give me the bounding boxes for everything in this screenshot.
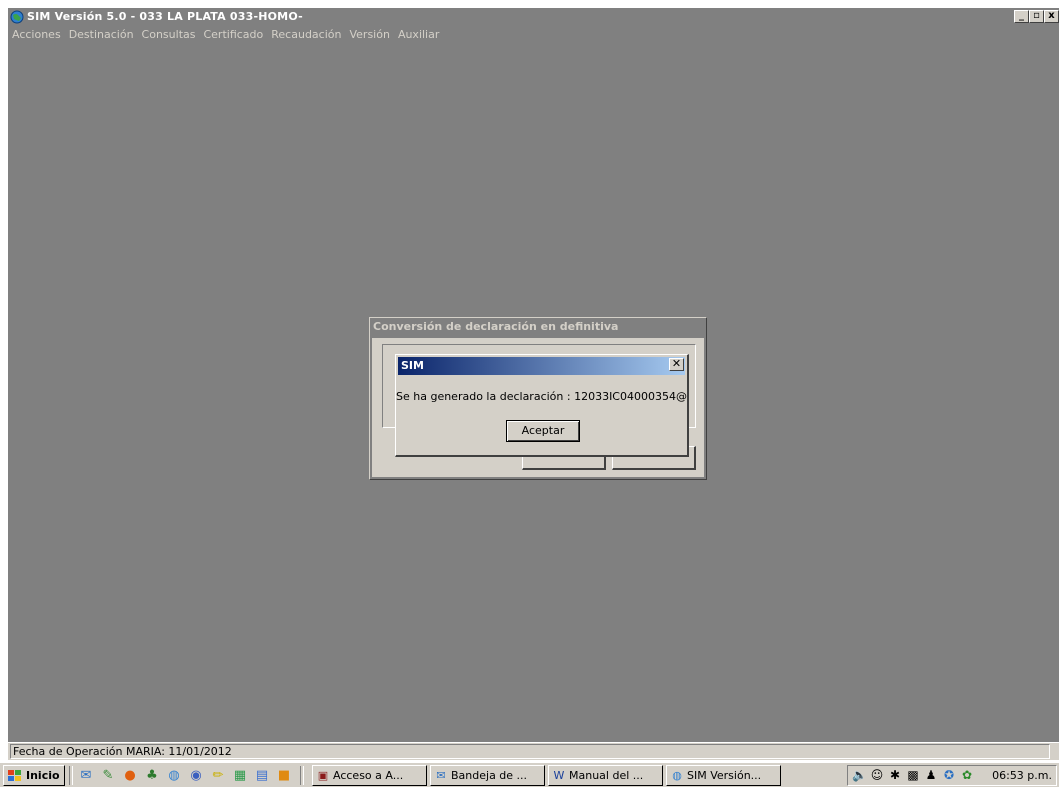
update-icon[interactable]: ▩ — [906, 768, 920, 782]
close-icon[interactable]: ✕ — [669, 358, 684, 371]
outlook-icon: ✉ — [436, 768, 446, 782]
notepad-icon[interactable]: ▤ — [254, 768, 270, 784]
task-manual[interactable]: W Manual del ... — [548, 765, 663, 786]
word-icon: W — [553, 768, 565, 782]
antivirus-icon[interactable]: ✱ — [888, 768, 902, 782]
start-label: Inicio — [26, 768, 60, 782]
menu-recaudacion[interactable]: Recaudación — [267, 26, 345, 44]
divider — [300, 766, 304, 785]
tree-icon[interactable]: ♣ — [144, 768, 160, 784]
grid-icon[interactable]: ▦ — [232, 768, 248, 784]
globe-icon[interactable]: ◍ — [166, 768, 182, 784]
network-icon[interactable]: ☺ — [870, 768, 884, 782]
close-button[interactable]: x — [1044, 10, 1059, 23]
task-sim[interactable]: ◍ SIM Versión... — [666, 765, 781, 786]
task-label: Manual del ... — [569, 769, 644, 782]
sim-icon: ◍ — [672, 768, 682, 782]
message-text: Se ha generado la declaración : 12033IC0… — [396, 390, 687, 403]
shield-icon[interactable]: ✿ — [960, 768, 974, 782]
outlook-icon[interactable]: ✉ — [78, 768, 94, 784]
task-bandeja[interactable]: ✉ Bandeja de ... — [430, 765, 545, 786]
security-icon[interactable]: ✪ — [942, 768, 956, 782]
menu-destinacion[interactable]: Destinación — [65, 26, 138, 44]
pencil-icon[interactable]: ✏ — [210, 768, 226, 784]
ok-button[interactable]: Aceptar — [506, 420, 580, 442]
task-acceso[interactable]: ▣ Acceso a A... — [312, 765, 427, 786]
menu-consultas[interactable]: Consultas — [138, 26, 200, 44]
taskbar: Inicio ✉ ✎ ● ♣ ◍ ◉ ✏ ▦ ▤ ■ ▣ Acceso a A.… — [0, 762, 1059, 787]
task-label: SIM Versión... — [687, 769, 762, 782]
minimize-button[interactable]: _ — [1014, 10, 1029, 23]
messenger-icon[interactable]: ♟ — [924, 768, 938, 782]
menu-certificado[interactable]: Certificado — [199, 26, 267, 44]
start-button[interactable]: Inicio — [3, 765, 65, 786]
chrome-icon[interactable]: ◉ — [188, 768, 204, 784]
system-tray: 🔈 ☺ ✱ ▩ ♟ ✪ ✿ 06:53 p.m. — [847, 765, 1057, 786]
title-bar[interactable]: SIM Versión 5.0 - 033 LA PLATA 033-HOMO-… — [8, 8, 1059, 26]
status-bar: Fecha de Operación MARIA: 11/01/2012 — [8, 742, 1059, 760]
access-icon: ▣ — [317, 768, 329, 782]
message-box-title: SIM — [398, 357, 685, 375]
menu-auxiliar[interactable]: Auxiliar — [394, 26, 443, 44]
menu-version[interactable]: Versión — [345, 26, 393, 44]
divider — [69, 766, 73, 785]
volume-icon[interactable]: 🔈 — [852, 768, 867, 782]
window-title: SIM Versión 5.0 - 033 LA PLATA 033-HOMO- — [27, 10, 303, 23]
windows-logo-icon — [8, 769, 21, 781]
task-label: Acceso a A... — [333, 769, 404, 782]
firefox-icon[interactable]: ● — [122, 768, 138, 784]
menu-bar: Acciones Destinación Consultas Certifica… — [8, 26, 1059, 44]
menu-acciones[interactable]: Acciones — [8, 26, 65, 44]
globe-icon — [10, 10, 24, 24]
app-icon[interactable]: ■ — [276, 768, 292, 784]
edit-icon[interactable]: ✎ — [100, 768, 116, 784]
task-label: Bandeja de ... — [451, 769, 528, 782]
status-text: Fecha de Operación MARIA: 11/01/2012 — [10, 744, 1050, 759]
clock: 06:53 p.m. — [992, 769, 1052, 782]
conversion-dialog-title: Conversión de declaración en definitiva — [370, 318, 706, 336]
message-box: SIM ✕ Se ha generado la declaración : 12… — [395, 354, 689, 457]
maximize-button[interactable]: ▫ — [1029, 10, 1044, 23]
